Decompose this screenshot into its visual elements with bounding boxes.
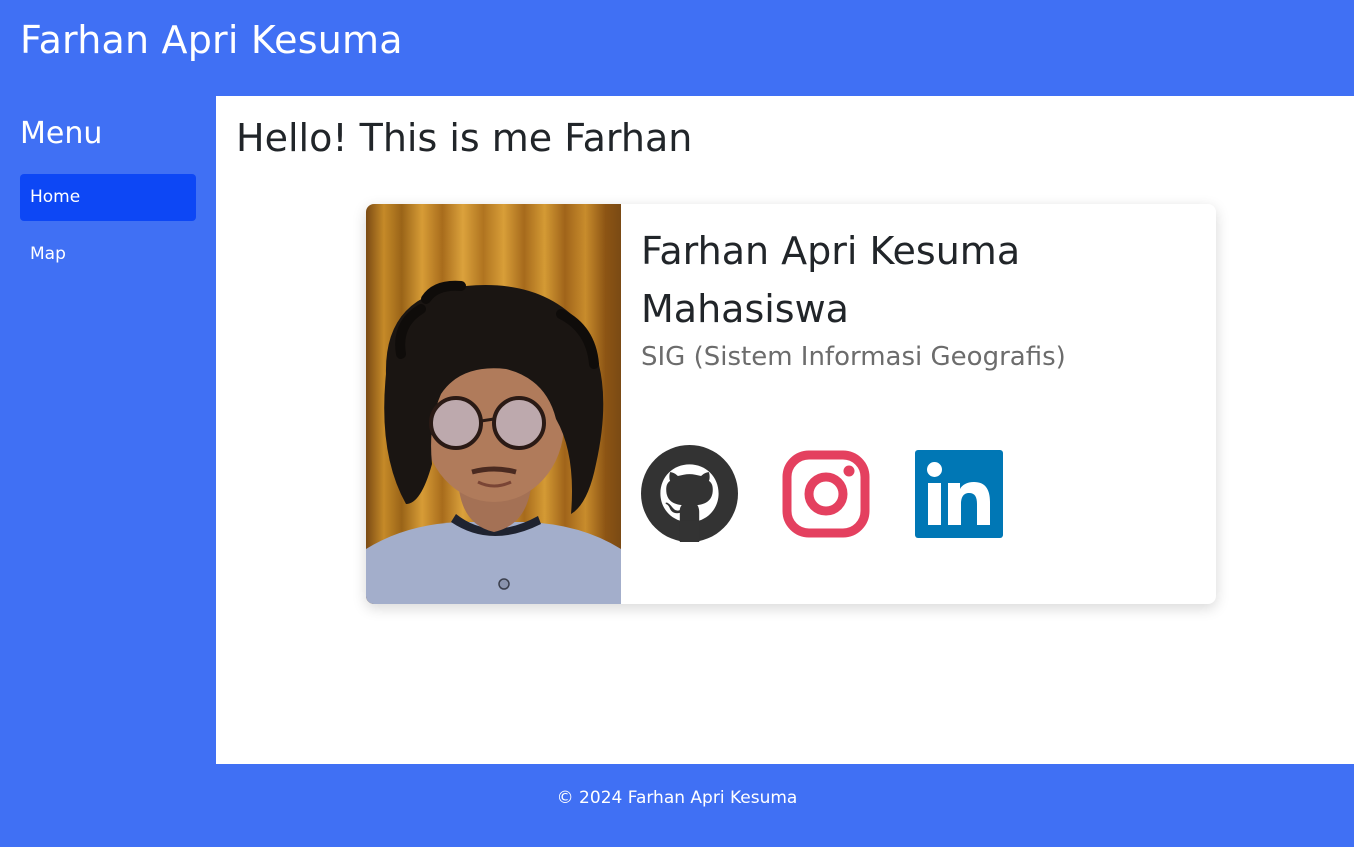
footer-copyright: © 2024 Farhan Apri Kesuma — [556, 788, 798, 808]
profile-photo — [366, 204, 621, 604]
main-content: Hello! This is me Farhan Farhan Apri Kes… — [216, 96, 1354, 764]
menu-title: Menu — [20, 116, 103, 151]
site-title: Farhan Apri Kesuma — [20, 18, 403, 62]
card-role: Mahasiswa — [641, 287, 849, 331]
profile-card: Farhan Apri Kesuma Mahasiswa SIG (Sistem… — [366, 204, 1216, 604]
site-header: Farhan Apri Kesuma — [0, 0, 1354, 96]
card-name: Farhan Apri Kesuma — [641, 229, 1021, 273]
sidebar-item-map[interactable]: Map — [20, 231, 196, 278]
page-heading: Hello! This is me Farhan — [236, 116, 693, 160]
github-icon[interactable] — [641, 445, 738, 542]
linkedin-icon[interactable] — [915, 450, 1003, 538]
site-footer: © 2024 Farhan Apri Kesuma — [0, 764, 1354, 847]
sidebar: Menu Home Map — [0, 96, 216, 764]
card-subtitle: SIG (Sistem Informasi Geografis) — [641, 342, 1066, 372]
sidebar-item-home[interactable]: Home — [20, 174, 196, 221]
instagram-icon[interactable] — [782, 450, 870, 538]
